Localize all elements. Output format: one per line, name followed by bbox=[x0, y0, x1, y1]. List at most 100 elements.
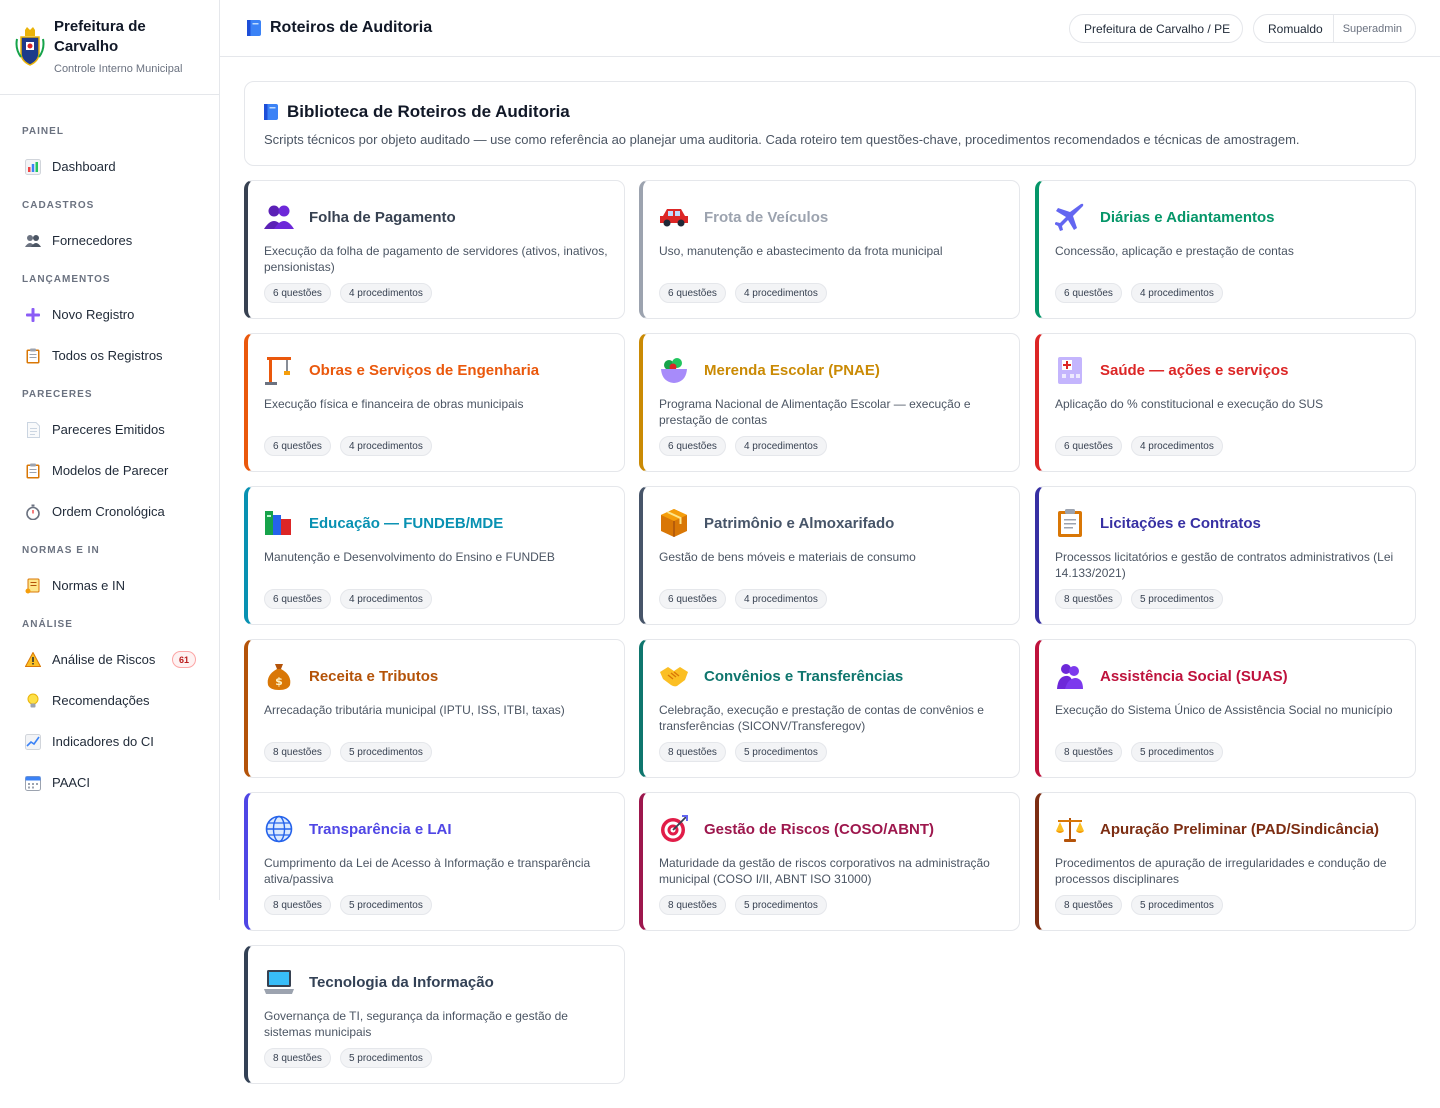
stopwatch-icon bbox=[24, 503, 42, 521]
procedures-count-tag: 5 procedimentos bbox=[734, 895, 827, 915]
questions-count-tag: 8 questões bbox=[264, 1048, 331, 1068]
risk-count-badge: 61 bbox=[172, 651, 197, 668]
book-icon bbox=[247, 20, 261, 36]
card-title: Educação — FUNDEB/MDE bbox=[309, 514, 504, 532]
procedures-count-tag: 4 procedimentos bbox=[734, 283, 827, 303]
people-icon bbox=[24, 232, 42, 250]
target-icon bbox=[659, 814, 689, 844]
sidebar-item-label: Novo Registro bbox=[52, 307, 135, 322]
card-title: Saúde — ações e serviços bbox=[1100, 361, 1289, 379]
library-intro: Biblioteca de Roteiros de Auditoria Scri… bbox=[244, 81, 1416, 166]
sidebar-item-paaci[interactable]: PAACI bbox=[0, 762, 219, 803]
nav-section-title: PAINEL bbox=[22, 126, 64, 137]
procedures-count-tag: 5 procedimentos bbox=[1130, 895, 1223, 915]
questions-count-tag: 6 questões bbox=[264, 589, 331, 609]
sidebar-item-label: Normas e IN bbox=[52, 578, 125, 593]
procedures-count-tag: 5 procedimentos bbox=[339, 742, 432, 762]
questions-count-tag: 6 questões bbox=[659, 589, 726, 609]
line-chart-icon bbox=[24, 733, 42, 751]
book-icon bbox=[264, 104, 278, 120]
document-icon bbox=[24, 421, 42, 439]
sidebar-item-fornecedores[interactable]: Fornecedores bbox=[0, 220, 219, 261]
procedures-count-tag: 5 procedimentos bbox=[339, 1048, 432, 1068]
roteiro-card-transparencia[interactable]: Transparência e LAI Cumprimento da Lei d… bbox=[244, 792, 625, 931]
sidebar-item-label: Dashboard bbox=[52, 159, 116, 174]
procedures-count-tag: 5 procedimentos bbox=[1130, 742, 1223, 762]
procedures-count-tag: 4 procedimentos bbox=[734, 589, 827, 609]
roteiro-card-patrimonio[interactable]: Patrimônio e Almoxarifado Gestão de bens… bbox=[639, 486, 1020, 625]
sidebar-item-dashboard[interactable]: Dashboard bbox=[0, 146, 219, 187]
user-menu[interactable]: Romualdo Superadmin bbox=[1253, 14, 1416, 43]
card-description: Programa Nacional de Alimentação Escolar… bbox=[659, 397, 971, 427]
sidebar-item-label: Ordem Cronológica bbox=[52, 504, 165, 519]
card-title: Receita e Tributos bbox=[309, 667, 439, 685]
card-title: Frota de Veículos bbox=[704, 208, 829, 226]
sidebar-item-normas-in[interactable]: Normas e IN bbox=[0, 565, 219, 606]
laptop-icon bbox=[264, 967, 294, 997]
sidebar-item-label: PAACI bbox=[52, 775, 91, 790]
sidebar-item-novo-registro[interactable]: Novo Registro bbox=[0, 294, 219, 335]
sidebar-item-modelos-parecer[interactable]: Modelos de Parecer bbox=[0, 450, 219, 491]
page-title-text: Roteiros de Auditoria bbox=[270, 19, 433, 36]
roteiro-card-riscos[interactable]: Gestão de Riscos (COSO/ABNT) Maturidade … bbox=[639, 792, 1020, 931]
sidebar-item-ordem-cronologica[interactable]: Ordem Cronológica bbox=[0, 491, 219, 532]
roteiro-card-convenios[interactable]: Convênios e Transferências Celebração, e… bbox=[639, 639, 1020, 778]
bar-chart-icon bbox=[24, 158, 42, 176]
roteiro-card-ti[interactable]: Tecnologia da Informação Governança de T… bbox=[244, 945, 625, 1084]
plus-icon bbox=[24, 306, 42, 324]
sidebar-item-recomendacoes[interactable]: Recomendações bbox=[0, 680, 219, 721]
sidebar-item-label: Fornecedores bbox=[52, 233, 133, 248]
sidebar-item-label: Todos os Registros bbox=[52, 348, 163, 363]
roteiro-card-receita[interactable]: $ Receita e Tributos Arrecadação tributá… bbox=[244, 639, 625, 778]
roteiro-card-diarias[interactable]: Diárias e Adiantamentos Concessão, aplic… bbox=[1035, 180, 1416, 319]
questions-count-tag: 8 questões bbox=[1055, 742, 1122, 762]
sidebar-item-analise-riscos[interactable]: Análise de Riscos 61 bbox=[0, 639, 219, 680]
questions-count-tag: 6 questões bbox=[659, 436, 726, 456]
roteiro-card-folha[interactable]: Folha de Pagamento Execução da folha de … bbox=[244, 180, 625, 319]
sidebar-item-label: Recomendações bbox=[52, 693, 150, 708]
questions-count-tag: 6 questões bbox=[1055, 436, 1122, 456]
sidebar-item-todos-registros[interactable]: Todos os Registros bbox=[0, 335, 219, 376]
roteiro-card-educacao[interactable]: Educação — FUNDEB/MDE Manutenção e Desen… bbox=[244, 486, 625, 625]
roteiro-card-frota[interactable]: Frota de Veículos Uso, manutenção e abas… bbox=[639, 180, 1020, 319]
sidebar-item-pareceres-emitidos[interactable]: Pareceres Emitidos bbox=[0, 409, 219, 450]
scroll-icon bbox=[24, 577, 42, 595]
procedures-count-tag: 4 procedimentos bbox=[734, 436, 827, 456]
card-title: Obras e Serviços de Engenharia bbox=[309, 361, 540, 379]
card-title: Patrimônio e Almoxarifado bbox=[704, 514, 895, 532]
roteiro-card-apuracao[interactable]: Apuração Preliminar (PAD/Sindicância) Pr… bbox=[1035, 792, 1416, 931]
books-icon bbox=[264, 508, 294, 538]
card-description: Celebração, execução e prestação de cont… bbox=[659, 703, 984, 733]
procedures-count-tag: 4 procedimentos bbox=[339, 436, 432, 456]
roteiro-card-saude[interactable]: Saúde — ações e serviços Aplicação do % … bbox=[1035, 333, 1416, 472]
org-selector[interactable]: Prefeitura de Carvalho / PE bbox=[1069, 14, 1243, 43]
card-description: Aplicação do % constitucional e execução… bbox=[1055, 397, 1324, 411]
nav-section-pareceres: PARECERES Pareceres Emitidos Modelos de … bbox=[0, 376, 219, 532]
questions-count-tag: 6 questões bbox=[264, 436, 331, 456]
card-description: Procedimentos de apuração de irregularid… bbox=[1055, 856, 1387, 886]
roteiro-card-obras[interactable]: Obras e Serviços de Engenharia Execução … bbox=[244, 333, 625, 472]
card-description: Execução da folha de pagamento de servid… bbox=[264, 244, 608, 274]
handshake-icon bbox=[659, 661, 689, 691]
airplane-icon bbox=[1055, 202, 1085, 232]
procedures-count-tag: 4 procedimentos bbox=[1130, 283, 1223, 303]
roteiro-card-licitacoes[interactable]: Licitações e Contratos Processos licitat… bbox=[1035, 486, 1416, 625]
clipboard-icon bbox=[24, 462, 42, 480]
roteiro-card-assistencia[interactable]: Assistência Social (SUAS) Execução do Si… bbox=[1035, 639, 1416, 778]
card-description: Cumprimento da Lei de Acesso à Informaçã… bbox=[264, 856, 591, 886]
people-hug-icon bbox=[1055, 661, 1085, 691]
sidebar-item-label: Modelos de Parecer bbox=[52, 463, 169, 478]
card-title: Diárias e Adiantamentos bbox=[1100, 208, 1275, 226]
nav-section-title: NORMAS E IN bbox=[22, 545, 100, 556]
salad-icon bbox=[659, 355, 689, 385]
nav-section-painel: PAINEL Dashboard bbox=[0, 95, 219, 187]
user-name: Romualdo bbox=[1268, 21, 1323, 36]
card-description: Manutenção e Desenvolvimento do Ensino e… bbox=[264, 550, 555, 564]
sidebar: Prefeitura de Carvalho Controle Interno … bbox=[0, 0, 220, 900]
nav-section-title: CADASTROS bbox=[22, 200, 95, 211]
sidebar-item-indicadores[interactable]: Indicadores do CI bbox=[0, 721, 219, 762]
questions-count-tag: 6 questões bbox=[659, 283, 726, 303]
coat-of-arms-icon bbox=[15, 27, 45, 66]
roteiro-card-merenda[interactable]: Merenda Escolar (PNAE) Programa Nacional… bbox=[639, 333, 1020, 472]
brand[interactable]: Prefeitura de Carvalho Controle Interno … bbox=[0, 0, 219, 95]
